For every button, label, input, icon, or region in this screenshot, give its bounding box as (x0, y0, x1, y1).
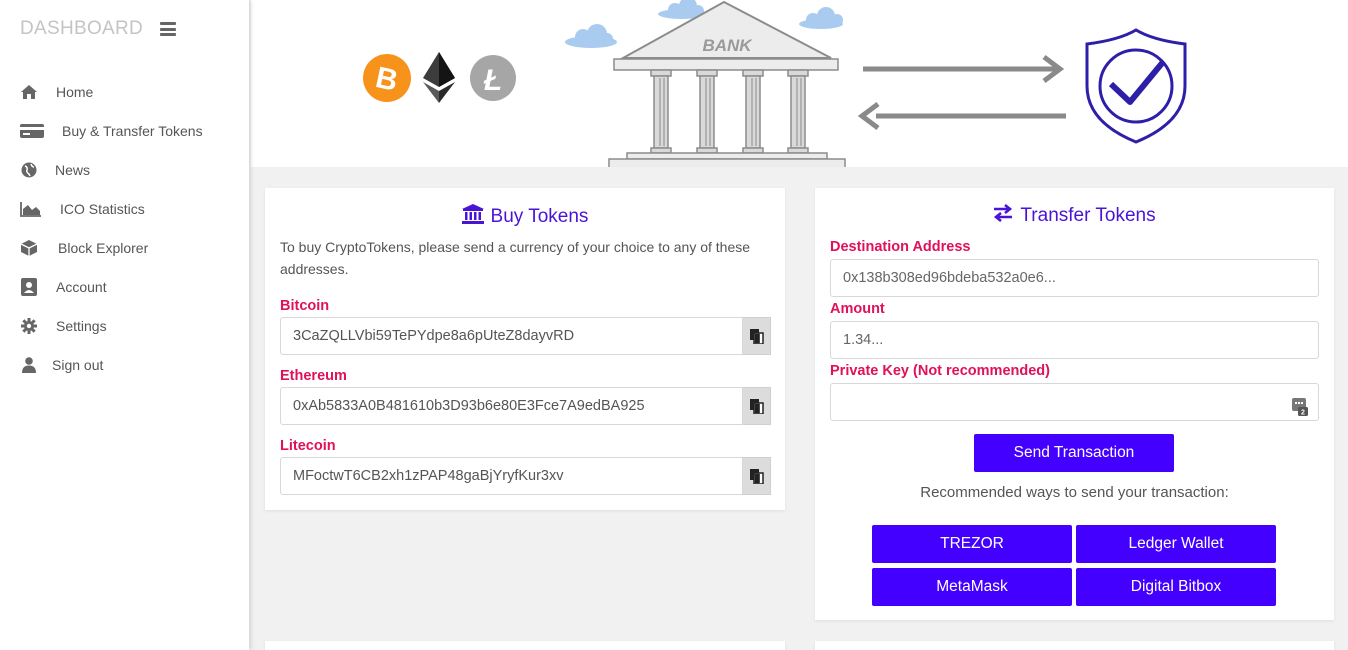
ethereum-address-row: 0xAb5833A0B481610b3D93b6e80E3Fce7A9edBA9… (280, 387, 771, 425)
litecoin-address-field[interactable]: MFoctwT6CB2xh1zPAP48gaBjYryfKur3xv (280, 457, 743, 495)
transfer-arrows (857, 55, 1066, 130)
gear-icon (20, 317, 38, 335)
sidebar-item-news[interactable]: News (0, 150, 249, 189)
sidebar-item-sign-out[interactable]: Sign out (0, 345, 249, 384)
copy-icon (749, 468, 764, 484)
sidebar: DASHBOARD Home Buy & Transfer Tokens New… (0, 0, 249, 650)
sidebar-item-label: ICO Statistics (60, 200, 145, 217)
bitcoin-address-row: 3CaZQLLVbi59TePYdpe8a6pUteZ8dayvRD (280, 317, 771, 355)
private-key-label: Private Key (Not recommended) (830, 363, 1050, 379)
password-manager-icon[interactable]: 2 (1292, 394, 1308, 430)
globe-icon (20, 161, 38, 179)
sidebar-item-label: News (55, 161, 91, 178)
amount-input[interactable]: 1.34... (830, 321, 1319, 359)
litecoin-icon: Ł (470, 55, 516, 101)
bitcoin-address-field[interactable]: 3CaZQLLVbi59TePYdpe8a6pUteZ8dayvRD (280, 317, 743, 355)
home-icon (20, 83, 38, 101)
copy-bitcoin-button[interactable] (743, 317, 771, 355)
sidebar-item-buy-transfer[interactable]: Buy & Transfer Tokens (0, 111, 249, 150)
bitcoin-icon: B (363, 54, 411, 102)
copy-ethereum-button[interactable] (743, 387, 771, 425)
transfer-tokens-title: Transfer Tokens (1020, 205, 1156, 226)
shield-check-icon (1085, 28, 1187, 144)
metamask-button[interactable]: MetaMask (872, 568, 1072, 606)
cube-icon (20, 239, 38, 257)
litecoin-address-row: MFoctwT6CB2xh1zPAP48gaBjYryfKur3xv (280, 457, 771, 495)
bitcoin-label: Bitcoin (280, 298, 330, 314)
transfer-tokens-header: Transfer Tokens (815, 203, 1334, 228)
credit-card-icon (20, 122, 44, 140)
hero-banner: B Ł BANK (251, 0, 1348, 169)
area-chart-icon (20, 200, 42, 218)
sidebar-item-label: Sign out (52, 356, 104, 373)
bank-icon (461, 204, 484, 230)
sidebar-item-account[interactable]: Account (0, 267, 249, 306)
exchange-icon (993, 203, 1013, 228)
sidebar-item-label: Block Explorer (58, 239, 149, 256)
copy-icon (749, 398, 764, 414)
destination-address-input[interactable]: 0x138b308ed96bdeba532a0e6... (830, 259, 1319, 297)
sidebar-item-block-explorer[interactable]: Block Explorer (0, 228, 249, 267)
litecoin-label: Litecoin (280, 438, 336, 454)
buy-tokens-title: Buy Tokens (490, 206, 589, 227)
trezor-button[interactable]: TREZOR (872, 525, 1072, 563)
sidebar-item-label: Account (56, 278, 107, 295)
amount-label: Amount (830, 301, 885, 317)
transfer-tokens-card: Transfer Tokens Destination Address 0x13… (815, 188, 1334, 620)
ethereum-address-field[interactable]: 0xAb5833A0B481610b3D93b6e80E3Fce7A9edBA9… (280, 387, 743, 425)
user-icon (20, 356, 38, 374)
ethereum-icon (423, 52, 455, 103)
sidebar-nav: Home Buy & Transfer Tokens News ICO Stat… (0, 72, 249, 384)
buy-tokens-card: Buy Tokens To buy CryptoTokens, please s… (265, 188, 785, 510)
bank-sign: BANK (702, 36, 753, 55)
lower-left-card (265, 641, 785, 650)
bank-illustration: B Ł BANK (363, 0, 1187, 169)
sidebar-item-label: Home (56, 83, 94, 100)
copy-icon (749, 328, 764, 344)
ethereum-label: Ethereum (280, 368, 347, 384)
sidebar-item-ico-statistics[interactable]: ICO Statistics (0, 189, 249, 228)
destination-address-label: Destination Address (830, 239, 971, 255)
sidebar-item-label: Settings (56, 317, 107, 334)
recommended-text: Recommended ways to send your transactio… (920, 484, 1229, 501)
sidebar-item-settings[interactable]: Settings (0, 306, 249, 345)
private-key-input[interactable]: 2 (830, 383, 1319, 421)
buy-tokens-description: To buy CryptoTokens, please send a curre… (280, 239, 751, 277)
lower-right-card (815, 641, 1334, 650)
digital-bitbox-button[interactable]: Digital Bitbox (1076, 568, 1276, 606)
send-transaction-button[interactable]: Send Transaction (974, 434, 1174, 472)
svg-text:Ł: Ł (483, 64, 502, 97)
copy-litecoin-button[interactable] (743, 457, 771, 495)
menu-toggle-icon[interactable] (160, 22, 176, 36)
sidebar-item-home[interactable]: Home (0, 72, 249, 111)
svg-text:2: 2 (1301, 410, 1305, 417)
buy-tokens-header: Buy Tokens (265, 204, 785, 230)
sidebar-item-label: Buy & Transfer Tokens (62, 122, 203, 139)
ledger-wallet-button[interactable]: Ledger Wallet (1076, 525, 1276, 563)
brand-title: DASHBOARD (20, 18, 144, 39)
user-badge-icon (20, 277, 38, 296)
